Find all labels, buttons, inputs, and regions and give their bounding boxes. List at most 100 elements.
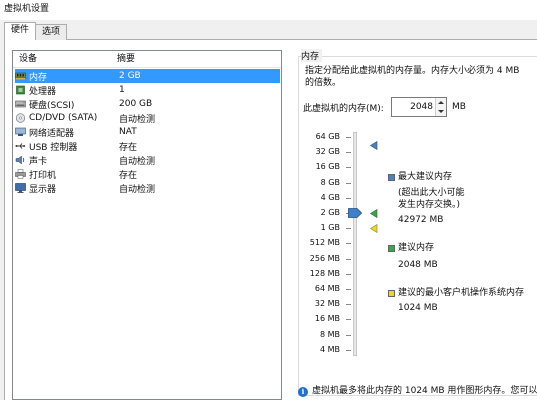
device-row-memory[interactable]: 内存 2 GB — [15, 69, 280, 83]
processor-icon — [15, 85, 26, 95]
guest-minimum-marker-icon — [370, 224, 378, 233]
memory-icon — [15, 71, 26, 81]
tab-bar: 硬件 选项 — [4, 22, 68, 40]
device-row-hard-disk[interactable]: 硬盘(SCSI) 200 GB — [15, 97, 280, 111]
slider-tick — [346, 289, 351, 290]
memory-slider-thumb[interactable] — [348, 208, 362, 218]
column-header-summary[interactable]: 摘要 — [111, 51, 135, 67]
scale-label: 1 GB — [320, 223, 340, 232]
memory-size-label: 此虚拟机的内存(M): — [303, 103, 384, 114]
slider-tick — [346, 137, 351, 138]
display-icon — [15, 183, 26, 193]
scale-label: 64 MB — [314, 284, 340, 293]
spin-down-button[interactable] — [435, 107, 446, 116]
column-header-device[interactable]: 设备 — [13, 51, 111, 67]
usb-icon — [15, 141, 26, 151]
device-name: USB 控制器 — [29, 142, 78, 153]
device-row-sound-card[interactable]: 声卡 自动检测 — [15, 153, 280, 167]
device-name: CD/DVD (SATA) — [29, 113, 98, 123]
recommended-marker-icon — [370, 209, 378, 218]
slider-tick — [346, 228, 351, 229]
scale-label: 8 GB — [320, 178, 340, 187]
slider-tick — [346, 304, 351, 305]
scale-label: 16 MB — [314, 314, 340, 323]
device-name: 显示器 — [29, 184, 57, 195]
scale-label: 4 GB — [320, 193, 340, 202]
memory-description-line2: 的倍数。 — [305, 78, 342, 88]
scale-label: 128 MB — [309, 269, 340, 278]
graphics-memory-info-text: 虚拟机最多将此内存的 1024 MB 用作图形内存。您可以 — [312, 386, 537, 396]
memory-description-line1: 指定分配给此虚拟机的内存量。内存大小必须为 4 MB — [305, 66, 520, 76]
memory-unit-label: MB — [452, 102, 466, 112]
slider-tick — [346, 167, 351, 168]
max-recommended-marker-icon — [370, 141, 378, 150]
chevron-down-icon — [438, 110, 444, 113]
device-summary: 自动检测 — [119, 156, 156, 167]
device-row-network-adapter[interactable]: 网络适配器 NAT — [15, 125, 280, 139]
slider-tick — [346, 274, 351, 275]
device-summary: 自动检测 — [119, 184, 156, 195]
slider-tick — [346, 198, 351, 199]
device-name: 网络适配器 — [29, 128, 75, 139]
memory-size-row: 此虚拟机的内存(M): 2048 MB — [303, 97, 466, 117]
device-name: 内存 — [29, 72, 48, 83]
device-summary: 1 — [119, 85, 125, 95]
device-summary: NAT — [119, 127, 137, 137]
device-summary: 存在 — [119, 142, 138, 153]
network-adapter-icon — [15, 127, 26, 137]
device-summary: 自动检测 — [119, 114, 156, 125]
slider-tick — [346, 183, 351, 184]
device-name: 处理器 — [29, 86, 57, 97]
device-summary: 2 GB — [119, 71, 141, 81]
tab-hardware[interactable]: 硬件 — [4, 22, 37, 40]
window-title: 虚拟机设置 — [0, 0, 537, 20]
memory-description: 指定分配给此虚拟机的内存量。内存大小必须为 4 MB 的倍数。 — [305, 65, 535, 89]
max-recommended-value: 42972 MB — [398, 215, 444, 225]
slider-tick — [346, 350, 351, 351]
device-name: 硬盘(SCSI) — [29, 100, 75, 111]
guest-minimum-label: 建议的最小客户机操作系统内存 — [398, 288, 525, 298]
scale-label: 8 MB — [319, 330, 340, 339]
spin-up-button[interactable] — [435, 98, 446, 107]
max-recommended-label: 最大建议内存 — [398, 172, 453, 182]
scale-label: 32 GB — [315, 147, 340, 156]
device-list-header: 设备 摘要 — [13, 51, 281, 68]
scale-label: 2 GB — [320, 208, 340, 217]
max-recommended-legend-icon — [388, 174, 395, 181]
slider-tick — [346, 319, 351, 320]
scale-label: 64 GB — [315, 132, 340, 141]
slider-tick — [346, 152, 351, 153]
recommended-legend-icon — [388, 245, 395, 252]
info-icon: i — [298, 387, 308, 397]
slider-tick — [346, 259, 351, 260]
memory-size-spinbox[interactable]: 2048 — [391, 97, 447, 117]
guest-minimum-legend-icon — [388, 290, 395, 297]
max-recommended-note-line2: 发生内存交换。) — [398, 200, 461, 210]
recommended-value: 2048 MB — [398, 260, 438, 270]
scale-label: 16 GB — [315, 162, 340, 171]
vm-settings-window: 虚拟机设置 硬件 选项 设备 摘要 内存 2 GB 处理器 1 硬盘(SCSI)… — [0, 0, 537, 400]
device-row-printer[interactable]: 打印机 存在 — [15, 167, 280, 181]
scale-label: 512 MB — [309, 238, 340, 247]
scale-label: 256 MB — [309, 254, 340, 263]
guest-minimum-value: 1024 MB — [398, 303, 438, 313]
device-row-usb-controller[interactable]: USB 控制器 存在 — [15, 139, 280, 153]
device-list[interactable]: 设备 摘要 内存 2 GB 处理器 1 硬盘(SCSI) 200 GB CD/D… — [12, 50, 282, 400]
device-name: 声卡 — [29, 156, 48, 167]
slider-tick — [346, 335, 351, 336]
sound-card-icon — [15, 155, 26, 165]
memory-slider-track[interactable] — [353, 132, 357, 356]
memory-scale: 64 GB 32 GB 16 GB 8 GB 4 GB 2 GB 1 GB 51… — [300, 130, 340, 360]
device-row-display[interactable]: 显示器 自动检测 — [15, 181, 280, 195]
device-name: 打印机 — [29, 170, 57, 181]
memory-size-value[interactable]: 2048 — [410, 102, 433, 112]
memory-section-title: 内存 — [301, 49, 323, 62]
device-summary: 存在 — [119, 170, 138, 181]
device-row-cd-dvd[interactable]: CD/DVD (SATA) 自动检测 — [15, 111, 280, 125]
scale-label: 4 MB — [319, 345, 340, 354]
chevron-up-icon — [438, 101, 444, 104]
tab-options[interactable]: 选项 — [35, 24, 68, 40]
printer-icon — [15, 169, 26, 179]
device-row-processor[interactable]: 处理器 1 — [15, 83, 280, 97]
graphics-memory-info: i 虚拟机最多将此内存的 1024 MB 用作图形内存。您可以 — [296, 384, 537, 400]
